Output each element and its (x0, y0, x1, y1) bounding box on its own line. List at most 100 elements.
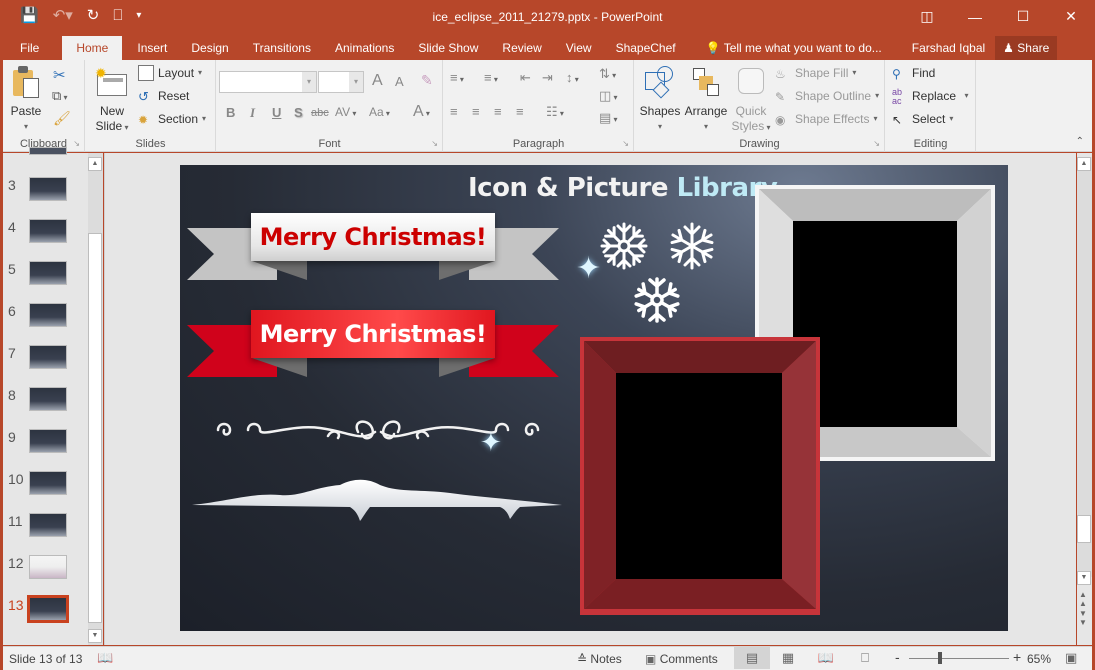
slide-thumbnail[interactable] (29, 471, 67, 495)
red-ribbon-banner[interactable]: Merry Christmas! (187, 310, 559, 380)
slide-thumbnail[interactable] (29, 387, 67, 411)
slide-thumbnail-item[interactable]: 8 (3, 387, 88, 413)
section-button[interactable]: ✹ Section ▾ (138, 110, 206, 128)
scroll-down-icon[interactable]: ▼ (1077, 571, 1091, 585)
editor-scrollbar[interactable]: ▲ ▼ ▲ ▲ ▼ ▼ (1077, 153, 1092, 645)
scroll-down-icon[interactable]: ▼ (88, 629, 102, 643)
clipboard-launcher-icon[interactable]: ↘ (73, 139, 80, 148)
drawing-launcher-icon[interactable]: ↘ (873, 139, 880, 148)
close-icon[interactable]: ✕ (1047, 0, 1095, 33)
shrink-font-icon[interactable]: A (395, 74, 404, 89)
gray-ribbon-banner[interactable]: Merry Christmas! (187, 213, 559, 283)
format-painter-icon[interactable]: 🖌 (53, 110, 71, 127)
replace-button[interactable]: ab ac Replace ▾ (892, 87, 969, 106)
slide-thumbnail-item[interactable]: 11 (3, 513, 88, 539)
paragraph-launcher-icon[interactable]: ↘ (622, 139, 629, 148)
slide-thumbnail-partial[interactable] (29, 147, 67, 155)
notes-button[interactable]: ≙ Notes (577, 652, 622, 666)
slide-thumbnail[interactable] (29, 303, 67, 327)
slide-thumbnail[interactable] (29, 513, 67, 537)
tab-slide-show[interactable]: Slide Show (406, 36, 490, 60)
columns-icon[interactable]: ☷ ▾ (546, 104, 564, 120)
align-left-icon[interactable]: ≡ (450, 104, 458, 119)
tab-animations[interactable]: Animations (323, 36, 406, 60)
reset-button[interactable]: ↺ Reset (138, 87, 189, 105)
chevron-down-icon[interactable]: ▾ (349, 72, 363, 92)
grow-font-icon[interactable]: A (372, 72, 383, 90)
ribbon-display-options-icon[interactable]: ◫ (903, 0, 951, 33)
chevron-down-icon[interactable]: ▾ (302, 72, 316, 92)
zoom-slider-handle[interactable] (937, 652, 942, 664)
slide-thumbnail[interactable] (29, 261, 67, 285)
slide-thumbnail-item[interactable]: 13 (3, 595, 88, 623)
user-name[interactable]: Farshad Iqbal (912, 36, 985, 60)
new-slide-button[interactable]: ✹ New Slide ▾ (94, 66, 130, 135)
numbering-icon[interactable]: ≡ ▾ (484, 70, 498, 85)
increase-indent-icon[interactable]: ⇥ (542, 70, 553, 86)
slide-thumbnail-item[interactable]: 6 (3, 303, 88, 329)
slide-canvas[interactable]: Icon & Picture Library Merry Christmas! … (180, 165, 1008, 631)
text-direction-icon[interactable]: ⇅ ▾ (599, 66, 616, 82)
justify-icon[interactable]: ≡ (516, 104, 524, 119)
underline-button[interactable]: U (272, 105, 281, 120)
paste-button[interactable]: Paste ▾ (9, 66, 43, 134)
slide-sorter-button[interactable]: ▦ (770, 647, 806, 669)
snow-drift-shape[interactable] (190, 475, 565, 525)
maximize-icon[interactable]: ☐ (999, 0, 1047, 33)
line-spacing-icon[interactable]: ↕ ▾ (566, 70, 579, 85)
font-name-combo[interactable]: ▾ (219, 71, 317, 93)
zoom-out-button[interactable]: - (895, 649, 900, 665)
share-button[interactable]: ♟ Share (995, 36, 1058, 60)
slide-thumbnail-item[interactable]: 10 (3, 471, 88, 497)
font-size-combo[interactable]: ▾ (318, 71, 364, 93)
slide-thumbnail-item[interactable]: 3 (3, 177, 88, 203)
italic-button[interactable]: I (250, 105, 255, 121)
strikethrough-button[interactable]: abc (311, 107, 329, 119)
zoom-level[interactable]: 65% (1027, 652, 1051, 666)
scroll-thumb[interactable] (1077, 515, 1091, 543)
collapse-ribbon-icon[interactable]: ⌃ (1076, 136, 1084, 147)
tab-transitions[interactable]: Transitions (241, 36, 323, 60)
slide-thumbnail-item[interactable]: 4 (3, 219, 88, 245)
snowflake-icon[interactable] (632, 275, 682, 325)
previous-slide-icon[interactable]: ▲ ▲ (1079, 590, 1087, 608)
change-case-button[interactable]: Aa ▾ (369, 105, 390, 119)
reading-view-button[interactable]: 📖 (808, 647, 844, 669)
slide-title[interactable]: Icon & Picture Library (468, 173, 778, 203)
bullets-icon[interactable]: ≡ ▾ (450, 70, 464, 85)
tab-view[interactable]: View (554, 36, 604, 60)
scroll-up-icon[interactable]: ▲ (1077, 157, 1091, 171)
quick-styles-button[interactable]: Quick Styles ▾ (731, 66, 771, 135)
align-center-icon[interactable]: ≡ (472, 104, 480, 119)
align-text-icon[interactable]: ◫ ▾ (599, 88, 618, 104)
shadow-button[interactable]: S (294, 105, 303, 120)
font-color-button[interactable]: A ▾ (413, 103, 430, 121)
arrange-button[interactable]: Arrange ▾ (683, 66, 729, 134)
shape-fill-button[interactable]: ♨ Shape Fill ▾ (775, 64, 856, 82)
character-spacing-button[interactable]: AV ▾ (335, 105, 356, 119)
normal-view-button[interactable]: ▤ (734, 647, 770, 669)
slide-show-button[interactable]: ⎕ (847, 647, 883, 669)
shape-effects-button[interactable]: ◉ Shape Effects ▾ (775, 110, 878, 128)
spell-check-icon[interactable]: 📖 (97, 650, 113, 666)
cut-icon[interactable]: ✂ (53, 66, 66, 84)
layout-button[interactable]: Layout ▾ (138, 64, 202, 82)
slide-thumbnail-item[interactable]: 7 (3, 345, 88, 371)
fit-to-window-icon[interactable]: ▣ (1065, 650, 1077, 666)
snowflake-icon[interactable] (666, 220, 718, 272)
red-picture-frame[interactable] (580, 337, 820, 615)
tab-review[interactable]: Review (490, 36, 553, 60)
clear-formatting-icon[interactable]: ✎ (421, 72, 433, 89)
slide-thumbnail[interactable] (29, 429, 67, 453)
slide-thumbnail-item[interactable]: 12 (3, 555, 88, 581)
tell-me-search[interactable]: 💡 Tell me what you want to do... (694, 36, 894, 60)
select-button[interactable]: ↖ Select ▾ (892, 110, 953, 128)
tab-home[interactable]: Home (62, 36, 123, 60)
font-launcher-icon[interactable]: ↘ (431, 139, 438, 148)
align-right-icon[interactable]: ≡ (494, 104, 502, 119)
tab-shapechef[interactable]: ShapeChef (604, 36, 688, 60)
comments-button[interactable]: ▣ Comments (645, 652, 718, 666)
slide-thumbnail[interactable] (29, 555, 67, 579)
shape-outline-button[interactable]: ✎ Shape Outline ▾ (775, 87, 879, 105)
copy-icon[interactable]: ⧉ ▾ (52, 88, 68, 104)
